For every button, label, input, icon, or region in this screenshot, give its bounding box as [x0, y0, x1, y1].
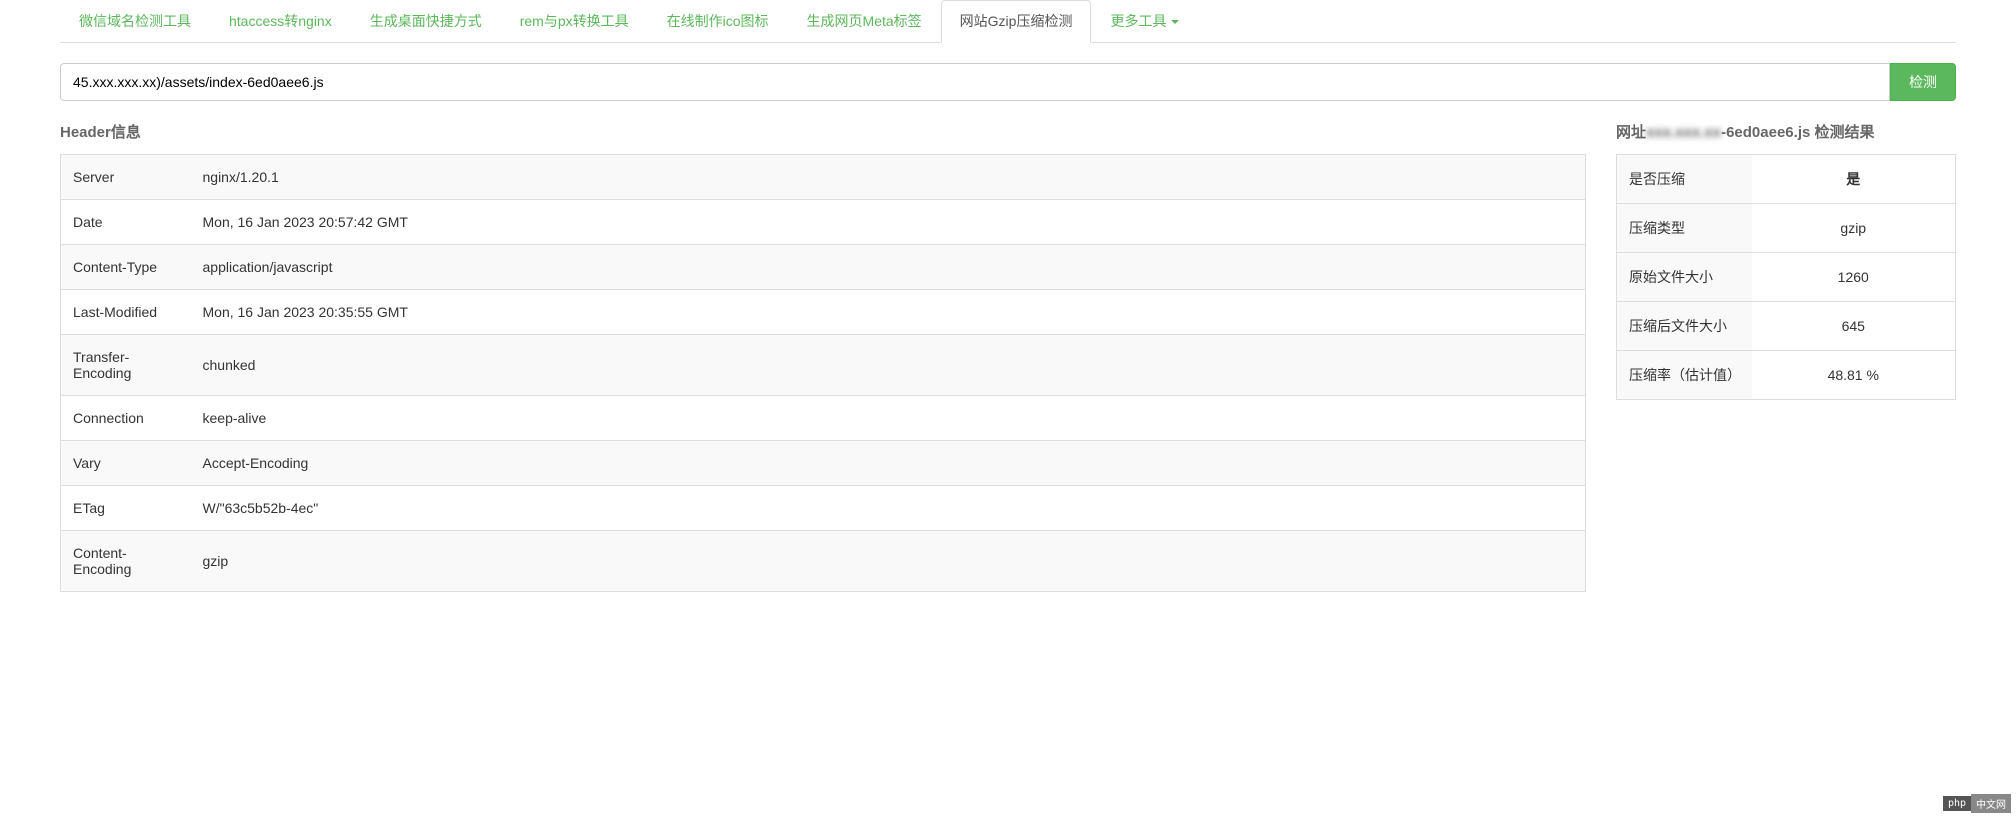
watermark: php 中文网 [1943, 794, 2011, 813]
table-row: VaryAccept-Encoding [61, 441, 1586, 486]
tab-7[interactable]: 更多工具 [1091, 0, 1198, 42]
table-row: Content-Encodinggzip [61, 531, 1586, 592]
table-row: 是否压缩是 [1617, 155, 1956, 204]
result-key: 压缩率（估计值） [1617, 351, 1752, 400]
table-row: 原始文件大小1260 [1617, 253, 1956, 302]
result-title: 网址xxx.xxx.xx-6ed0aee6.js 检测结果 [1616, 121, 1956, 142]
result-table: 是否压缩是压缩类型gzip原始文件大小1260压缩后文件大小645压缩率（估计值… [1616, 154, 1956, 400]
header-key: Date [61, 200, 191, 245]
result-value: 48.81 % [1752, 351, 1956, 400]
result-key: 是否压缩 [1617, 155, 1752, 204]
tab-1[interactable]: htaccess转nginx [210, 0, 351, 42]
check-button[interactable]: 检测 [1890, 63, 1956, 101]
table-row: 压缩类型gzip [1617, 204, 1956, 253]
caret-down-icon [1171, 20, 1179, 24]
result-title-blur: xxx.xxx.xx [1646, 124, 1721, 141]
input-row: 检测 [60, 63, 1956, 101]
table-row: Connectionkeep-alive [61, 396, 1586, 441]
result-value: 645 [1752, 302, 1956, 351]
header-value: Accept-Encoding [191, 441, 1586, 486]
table-row: 压缩率（估计值）48.81 % [1617, 351, 1956, 400]
tool-tabs: 微信域名检测工具htaccess转nginx生成桌面快捷方式rem与px转换工具… [60, 0, 1956, 43]
header-key: Transfer-Encoding [61, 335, 191, 396]
header-key: Last-Modified [61, 290, 191, 335]
tab-5[interactable]: 生成网页Meta标签 [788, 0, 941, 42]
result-key: 压缩类型 [1617, 204, 1752, 253]
result-value: 是 [1752, 155, 1956, 204]
tab-6[interactable]: 网站Gzip压缩检测 [941, 0, 1092, 43]
table-row: Transfer-Encodingchunked [61, 335, 1586, 396]
url-input[interactable] [60, 63, 1890, 101]
header-info-section: Header信息 Servernginx/1.20.1DateMon, 16 J… [60, 121, 1586, 592]
watermark-text-1: php [1943, 796, 1971, 811]
header-value: W/"63c5b52b-4ec" [191, 486, 1586, 531]
result-value: 1260 [1752, 253, 1956, 302]
header-key: Content-Encoding [61, 531, 191, 592]
header-key: Content-Type [61, 245, 191, 290]
tab-2[interactable]: 生成桌面快捷方式 [351, 0, 501, 42]
tab-4[interactable]: 在线制作ico图标 [648, 0, 788, 42]
tab-3[interactable]: rem与px转换工具 [501, 0, 648, 42]
header-value: Mon, 16 Jan 2023 20:35:55 GMT [191, 290, 1586, 335]
header-table: Servernginx/1.20.1DateMon, 16 Jan 2023 2… [60, 154, 1586, 592]
table-row: Servernginx/1.20.1 [61, 155, 1586, 200]
result-title-suffix: -6ed0aee6.js 检测结果 [1721, 124, 1874, 141]
header-value: application/javascript [191, 245, 1586, 290]
result-value: gzip [1752, 204, 1956, 253]
header-key: Vary [61, 441, 191, 486]
tab-0[interactable]: 微信域名检测工具 [60, 0, 210, 42]
header-key: ETag [61, 486, 191, 531]
result-key: 原始文件大小 [1617, 253, 1752, 302]
result-title-prefix: 网址 [1616, 124, 1646, 141]
header-value: nginx/1.20.1 [191, 155, 1586, 200]
table-row: 压缩后文件大小645 [1617, 302, 1956, 351]
table-row: Last-ModifiedMon, 16 Jan 2023 20:35:55 G… [61, 290, 1586, 335]
table-row: DateMon, 16 Jan 2023 20:57:42 GMT [61, 200, 1586, 245]
table-row: ETagW/"63c5b52b-4ec" [61, 486, 1586, 531]
header-value: keep-alive [191, 396, 1586, 441]
header-key: Connection [61, 396, 191, 441]
header-value: gzip [191, 531, 1586, 592]
header-value: chunked [191, 335, 1586, 396]
result-section: 网址xxx.xxx.xx-6ed0aee6.js 检测结果 是否压缩是压缩类型g… [1616, 121, 1956, 592]
header-value: Mon, 16 Jan 2023 20:57:42 GMT [191, 200, 1586, 245]
table-row: Content-Typeapplication/javascript [61, 245, 1586, 290]
result-key: 压缩后文件大小 [1617, 302, 1752, 351]
header-info-title: Header信息 [60, 121, 1586, 142]
watermark-text-2: 中文网 [1971, 794, 2011, 813]
header-key: Server [61, 155, 191, 200]
